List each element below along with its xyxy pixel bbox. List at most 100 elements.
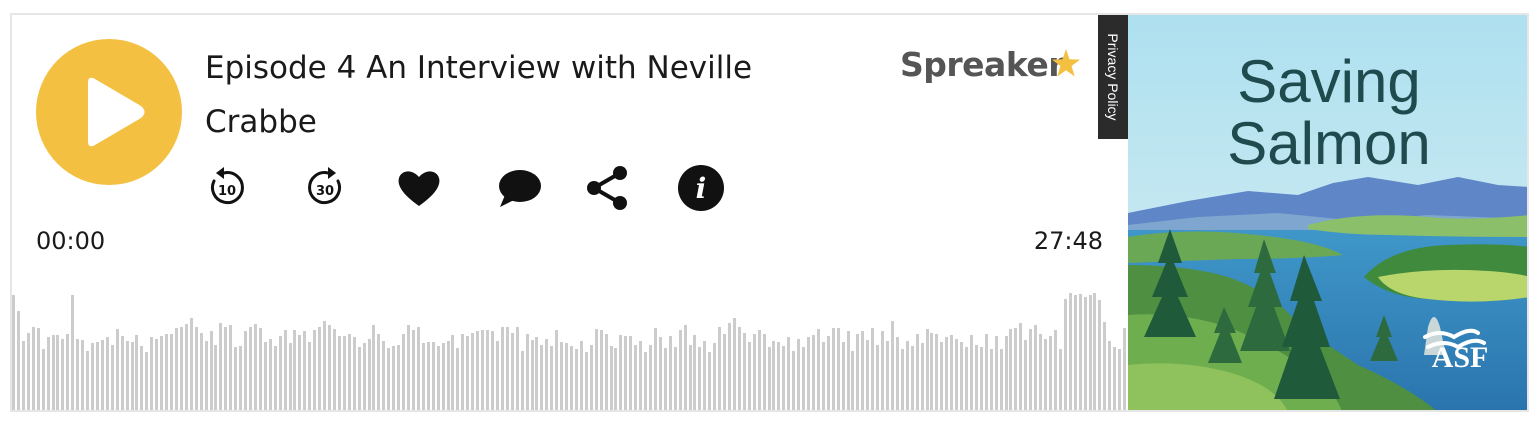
waveform-bar xyxy=(372,325,376,410)
brand-name: Spreaker xyxy=(900,45,1065,84)
waveform-bar xyxy=(481,330,485,410)
waveform-bar xyxy=(698,347,702,410)
waveform-bar xyxy=(816,329,820,410)
rewind-seconds-label: 10 xyxy=(218,184,236,199)
waveform-bar xyxy=(51,335,55,410)
episode-title: Episode 4 An Interview with Neville Crab… xyxy=(205,50,753,140)
waveform-bar xyxy=(268,339,272,410)
waveform-bar xyxy=(1113,347,1117,410)
privacy-policy-link[interactable]: Privacy Policy xyxy=(1098,15,1128,139)
waveform-bar xyxy=(1004,336,1008,410)
waveform-bar xyxy=(505,327,509,410)
waveform-bar xyxy=(145,352,149,410)
info-icon: i xyxy=(678,165,724,211)
waveform-bar xyxy=(219,323,223,410)
waveform-bar xyxy=(313,330,317,410)
waveform-bar xyxy=(589,345,593,410)
waveform-bar xyxy=(989,349,993,410)
waveform-bar xyxy=(624,336,628,410)
waveform-bar xyxy=(1058,349,1062,410)
asf-logo-text: ASF xyxy=(1431,341,1489,374)
waveform-bar xyxy=(451,335,455,410)
waveform-bar xyxy=(1053,330,1057,410)
waveform-bar xyxy=(135,335,139,410)
waveform-bar xyxy=(402,334,406,410)
waveform-bar xyxy=(303,331,307,410)
waveform-bar xyxy=(609,346,613,410)
waveform-bar xyxy=(1123,328,1127,410)
waveform-bar xyxy=(150,337,154,410)
waveform-bar xyxy=(565,343,569,410)
waveform-bar xyxy=(639,341,643,410)
waveform-bar xyxy=(288,343,292,410)
waveform-bar xyxy=(298,335,302,410)
rewind-10-button[interactable]: 10 xyxy=(204,165,250,211)
waveform-bar xyxy=(263,342,267,410)
comment-button[interactable] xyxy=(496,165,542,211)
waveform-bar xyxy=(66,334,70,410)
waveform-bar xyxy=(510,333,514,410)
waveform-bar xyxy=(140,346,144,410)
waveform-bar xyxy=(155,339,159,410)
waveform-bar xyxy=(1108,341,1112,410)
waveform-bar xyxy=(293,330,297,410)
waveform-bar xyxy=(969,335,973,410)
comment-icon xyxy=(499,170,541,207)
cover-title-line-2: Salmon xyxy=(1227,110,1431,177)
waveform-bar xyxy=(500,327,504,410)
waveform-bar xyxy=(866,340,870,410)
waveform-bar xyxy=(421,343,425,410)
waveform-bar xyxy=(876,345,880,410)
waveform-bar xyxy=(984,334,988,410)
waveform-bar xyxy=(194,327,198,410)
waveform-bar xyxy=(466,336,470,410)
waveform-bar xyxy=(209,331,213,410)
waveform-bar xyxy=(100,340,104,410)
waveform-bar xyxy=(728,323,732,410)
waveform-bar xyxy=(895,337,899,410)
waveform-bar xyxy=(955,339,959,410)
waveform-bar xyxy=(416,327,420,410)
share-button[interactable] xyxy=(584,165,630,211)
waveform-bar xyxy=(456,348,460,410)
waveform-bar xyxy=(214,345,218,410)
waveform-bar xyxy=(76,339,80,410)
waveform-bar xyxy=(328,325,332,410)
waveform-bar xyxy=(530,340,534,410)
waveform-bar xyxy=(930,333,934,410)
podcast-cover-art: Saving Salmon ASF xyxy=(1128,15,1527,410)
waveform-bar xyxy=(347,334,351,410)
waveform-bar xyxy=(189,318,193,410)
waveform-bar xyxy=(184,324,188,410)
info-button[interactable]: i xyxy=(678,165,724,211)
waveform-bar xyxy=(1009,329,1013,410)
waveform-bar xyxy=(377,334,381,410)
waveform-bar xyxy=(965,347,969,410)
waveform-bar xyxy=(1044,339,1048,410)
waveform-bar xyxy=(234,347,238,410)
waveform-bar xyxy=(841,342,845,410)
waveform-bar xyxy=(490,331,494,410)
waveform-bar xyxy=(308,342,312,410)
waveform-bar xyxy=(441,343,445,410)
waveform-bar xyxy=(718,327,722,410)
forward-30-button[interactable]: 30 xyxy=(302,165,348,211)
waveform-bar xyxy=(994,336,998,410)
waveform-bar xyxy=(915,334,919,410)
spreaker-logo[interactable]: Spreaker xyxy=(900,45,1084,85)
total-duration: 27:48 xyxy=(1033,227,1103,255)
waveform-bar xyxy=(545,339,549,410)
waveform-bar xyxy=(752,334,756,410)
waveform-bar xyxy=(619,335,623,410)
waveform-bar xyxy=(179,327,183,410)
waveform-bar xyxy=(174,328,178,410)
waveform-bar xyxy=(486,330,490,410)
waveform-seekbar[interactable] xyxy=(12,293,1128,410)
waveform-bar xyxy=(871,328,875,410)
waveform-bar xyxy=(945,337,949,410)
play-button[interactable] xyxy=(36,39,182,185)
waveform-bar xyxy=(204,341,208,410)
waveform-bar xyxy=(732,318,736,410)
waveform-bar xyxy=(881,331,885,410)
like-button[interactable] xyxy=(396,165,442,211)
